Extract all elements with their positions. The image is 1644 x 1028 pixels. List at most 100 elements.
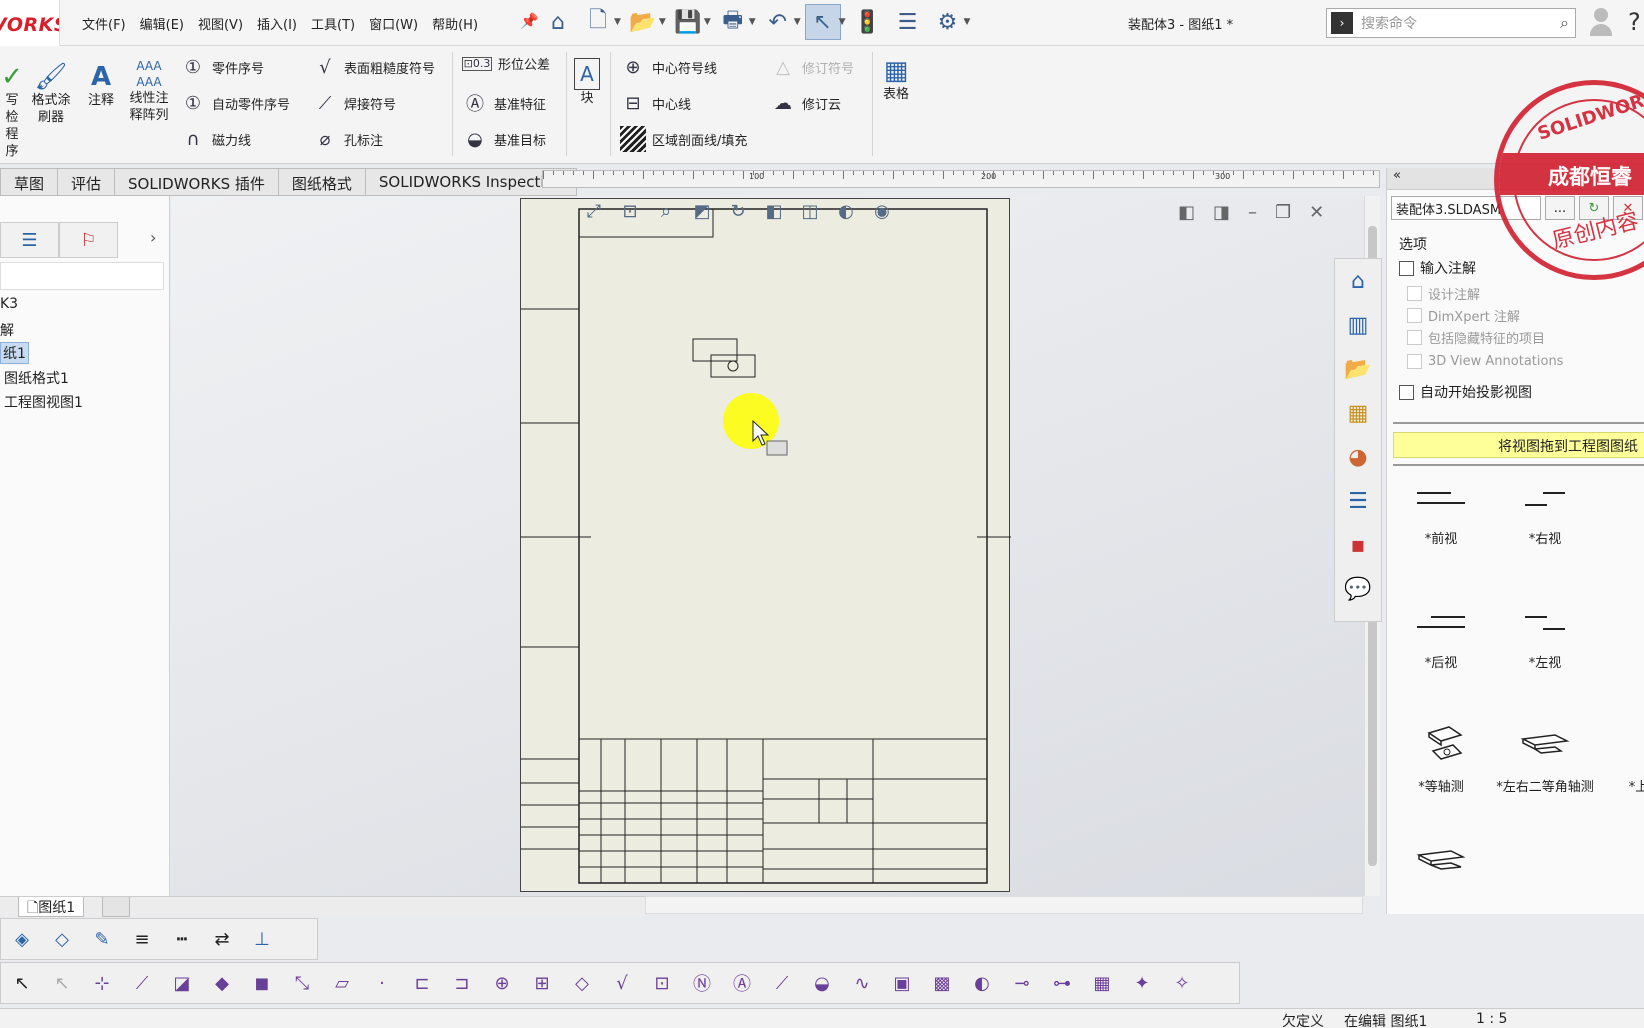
view-palette-icon[interactable]: ▦	[1335, 391, 1381, 435]
filter-center-marks-icon[interactable]: ⊕	[485, 966, 519, 1000]
scene-icon[interactable]: ◉	[868, 198, 896, 224]
balloon-button[interactable]: ① 零件序号	[180, 54, 264, 80]
surface-finish-button[interactable]: √ 表面粗糙度符号	[312, 54, 435, 80]
view-additional[interactable]	[1391, 828, 1491, 888]
filter-vertices-icon[interactable]: ⊹	[85, 966, 119, 1000]
filter-centerline-icon[interactable]: ⊞	[525, 966, 559, 1000]
save-icon[interactable]: 💾	[670, 4, 706, 40]
center-mark-button[interactable]: ⊕ 中心符号线	[620, 54, 717, 80]
home-icon[interactable]: ⌂	[540, 4, 576, 40]
magnetic-line-button[interactable]: ∩ 磁力线	[180, 126, 251, 152]
filter-gtol-icon[interactable]: ⊡	[645, 966, 679, 1000]
chevron-right-icon[interactable]: ›	[150, 228, 156, 247]
layer-properties-icon[interactable]: ◈	[5, 922, 39, 956]
filter-hatch-icon[interactable]: ▩	[925, 966, 959, 1000]
options-gear-icon[interactable]: ⚙	[930, 4, 966, 40]
restore-icon[interactable]: ❐	[1275, 202, 1291, 223]
feature-tree-tab-icon[interactable]: ☰	[0, 222, 59, 258]
filter-toggle-icon[interactable]: ↖	[45, 966, 79, 1000]
filter-edges-icon[interactable]: ⟋	[125, 966, 159, 1000]
file-properties-icon[interactable]: ☰	[890, 4, 926, 40]
tile-right-icon[interactable]: ◨	[1213, 202, 1230, 223]
filter-planes-icon[interactable]: ▱	[325, 966, 359, 1000]
filter-routing-points-icon[interactable]: ⊶	[1045, 966, 1079, 1000]
filter-midpoints-icon[interactable]: ⊐	[445, 966, 479, 1000]
note-button[interactable]: A 注释	[80, 62, 122, 109]
rotate-icon[interactable]: ↻	[724, 198, 752, 224]
open-icon[interactable]: 📂	[625, 4, 661, 40]
status-scale[interactable]: 1 : 5	[1476, 1011, 1507, 1027]
command-search[interactable]: › 搜索命令 ⌕	[1326, 8, 1576, 38]
gtol-button[interactable]: ⊡0.3 形位公差	[462, 54, 550, 73]
home-resources-icon[interactable]: ⌂	[1335, 259, 1381, 303]
line-color-icon[interactable]: ✎	[85, 922, 119, 956]
chat-icon[interactable]: 💬	[1335, 567, 1381, 611]
close-icon[interactable]: ✕	[1309, 202, 1324, 223]
section-view-icon[interactable]: ◩	[688, 198, 716, 224]
import-annotations-checkbox[interactable]: 输入注解	[1399, 258, 1476, 278]
filter-datum-targets-icon[interactable]: ◒	[805, 966, 839, 1000]
filter-spot-welds-icon[interactable]: ✦	[1125, 966, 1159, 1000]
drawing-sheet[interactable]	[520, 198, 1011, 892]
menu-insert[interactable]: 插入(I)	[257, 14, 297, 33]
datum-target-button[interactable]: ◒ 基准目标	[462, 126, 546, 152]
filter-surface-finish-icon[interactable]: √	[605, 966, 639, 1000]
minimize-icon[interactable]: –	[1248, 202, 1257, 223]
line-style-icon[interactable]: ┅	[165, 922, 199, 956]
tree-item-sheet[interactable]: 纸1	[0, 342, 29, 364]
format-painter-button[interactable]: 🖌 格式涂 刷器	[28, 62, 74, 126]
filter-faces-icon[interactable]: ◪	[165, 966, 199, 1000]
filter-axes-icon[interactable]: ⤡	[285, 966, 319, 1000]
datum-feature-button[interactable]: Ⓐ 基准特征	[462, 90, 546, 116]
menu-help[interactable]: 帮助(H)	[432, 14, 478, 33]
new-document-icon[interactable]: 🗋	[580, 4, 616, 40]
view-back[interactable]: *后视	[1391, 592, 1491, 671]
weld-symbol-button[interactable]: ⟋ 焊接符号	[312, 90, 396, 116]
view-left[interactable]: *左视	[1495, 592, 1595, 671]
close-pane-icon[interactable]: ✕	[1613, 196, 1643, 220]
tree-item-annotations[interactable]: 解	[0, 320, 14, 340]
view-dimetric[interactable]: *左右二等角轴测	[1495, 716, 1595, 795]
view-trimetric[interactable]: *上下	[1595, 716, 1644, 795]
print-icon[interactable]: 🖶	[715, 4, 751, 40]
zoom-area-icon[interactable]: ⊡	[616, 198, 644, 224]
menu-view[interactable]: 视图(V)	[198, 14, 243, 33]
filter-weld-icon[interactable]: ⟋	[765, 966, 799, 1000]
browse-button[interactable]: ...	[1545, 196, 1575, 220]
centerline-button[interactable]: ⊟ 中心线	[620, 90, 691, 116]
tab-evaluate[interactable]: 评估	[58, 168, 116, 196]
tab-addins[interactable]: SOLIDWORKS 插件	[115, 168, 279, 196]
auto-projected-view-checkbox[interactable]: 自动开始投影视图	[1399, 382, 1532, 402]
area-hatch-button[interactable]: 区域剖面线/填充	[620, 126, 747, 152]
horizontal-scrollbar[interactable]	[645, 896, 1363, 914]
appearances-icon[interactable]: ◕	[1335, 435, 1381, 479]
menu-file[interactable]: 文件(F)	[82, 14, 126, 33]
linear-note-pattern-button[interactable]: AAA AAA 线性注 释阵列	[124, 58, 174, 124]
filter-mates-icon[interactable]: ◐	[965, 966, 999, 1000]
filter-surface-bodies-icon[interactable]: ◆	[205, 966, 239, 1000]
tile-left-icon[interactable]: ◧	[1178, 202, 1195, 223]
assembly-select[interactable]: 装配体3.SLDASM	[1391, 196, 1541, 220]
tree-item-drawing-view[interactable]: 工程图视图1	[4, 392, 83, 412]
filter-sketch-segments-icon[interactable]: ⊏	[405, 966, 439, 1000]
view-isometric[interactable]: *等轴测	[1391, 716, 1491, 795]
filter-sketch-points-icon[interactable]: ·	[365, 966, 399, 1000]
user-account-icon[interactable]	[1590, 8, 1612, 38]
filter-datum-features-icon[interactable]: Ⓐ	[725, 966, 759, 1000]
line-thickness-icon[interactable]: ≡	[125, 922, 159, 956]
tree-filter-input[interactable]	[0, 262, 164, 290]
pin-icon[interactable]: 📌	[520, 12, 539, 30]
filter-cosmetic-thread-icon[interactable]: ∿	[845, 966, 879, 1000]
menu-tools[interactable]: 工具(T)	[311, 14, 355, 33]
color-display-mode-icon[interactable]: ⊥	[245, 922, 279, 956]
solidworks-forum-icon[interactable]: ▪	[1335, 523, 1381, 567]
search-input[interactable]: 搜索命令	[1361, 13, 1560, 33]
refresh-icon[interactable]: ↻	[1579, 196, 1609, 220]
rebuild-traffic-light-icon[interactable]: 🚦	[850, 4, 886, 40]
add-sheet-icon[interactable]	[102, 897, 130, 917]
layer-icon[interactable]: ◇	[45, 922, 79, 956]
undo-icon[interactable]: ↶	[760, 4, 796, 40]
filter-connection-points-icon[interactable]: ⊸	[1005, 966, 1039, 1000]
custom-properties-icon[interactable]: ☰	[1335, 479, 1381, 523]
tree-item-assembly[interactable]: K3	[0, 296, 18, 312]
